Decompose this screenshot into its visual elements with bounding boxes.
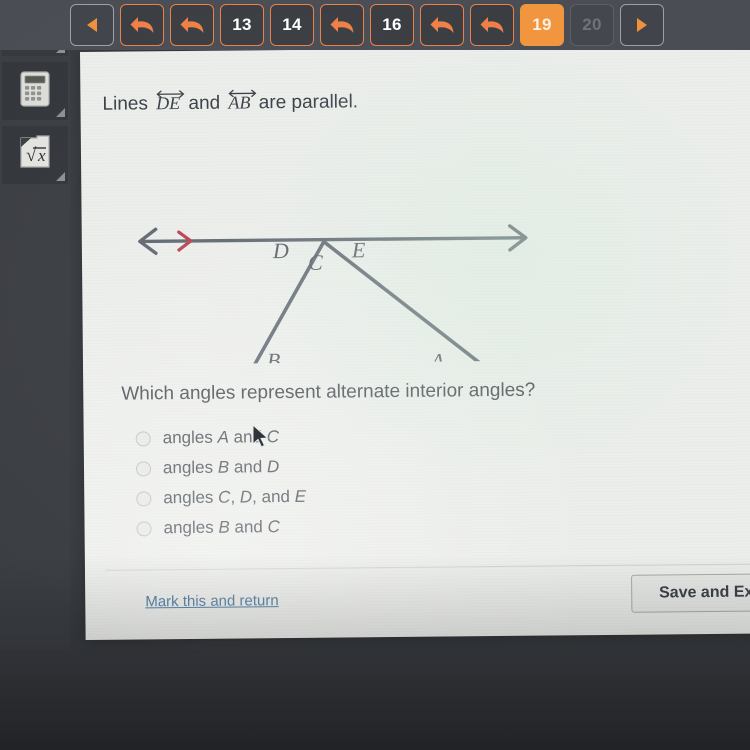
choice-c[interactable]: angles C, D, and E [136,482,306,514]
tool-rail: √ x [0,0,70,650]
page-19[interactable]: 19 [520,4,564,46]
resize-corner-icon [56,108,65,117]
choice-d[interactable]: angles B and C [136,512,306,544]
choice-b[interactable]: angles B and D [135,452,306,484]
stem-prefix: Lines [102,93,149,115]
flag-15[interactable] [320,4,364,46]
save-and-exit-button[interactable]: Save and Ex [631,573,750,613]
page-13[interactable]: 13 [220,4,264,46]
angle-label-C: C [308,250,323,275]
chevron-left-icon [87,18,97,32]
question-stem: Lines DE and AB are parallel. [102,89,359,115]
flag-12[interactable] [170,4,214,46]
choice-c-radio[interactable] [136,490,152,506]
question-card: Lines DE and AB are parallel. D C E B A … [80,45,750,640]
angle-label-E: E [351,237,366,262]
choice-a-radio[interactable] [135,430,151,446]
mark-this-and-return-link[interactable]: Mark this and return [145,592,279,610]
choice-d-radio[interactable] [136,520,152,536]
stem-suffix: are parallel. [258,91,359,114]
choice-d-label: angles B and C [163,517,280,538]
ray-DE: DE [154,90,185,114]
formula-tool[interactable]: √ x [2,126,68,184]
chevron-right-icon [637,18,647,32]
answer-choices: angles A and C angles B and D angles C, D,… [135,422,307,544]
choice-a[interactable]: angles A and C [135,422,306,454]
prev-page-arrow[interactable] [70,4,114,46]
calculator-icon [16,69,54,114]
mouse-cursor [252,423,270,454]
page-20[interactable]: 20 [570,4,614,46]
angle-label-A: A [429,349,445,365]
geometry-diagram: DC E B A [111,155,583,404]
ray-AB: AB [226,89,257,113]
ray-DE-overline [153,82,185,99]
page-20-label: 20 [582,15,602,34]
flag-11[interactable] [120,4,164,46]
footer-divider [104,563,750,571]
undo-arrow-icon [130,17,154,33]
calculator-tool[interactable] [2,62,68,120]
flag-18[interactable] [470,4,514,46]
undo-arrow-icon [180,17,204,33]
svg-text:x: x [37,146,46,165]
page-14[interactable]: 14 [270,4,314,46]
undo-arrow-icon [430,17,454,33]
stem-middle: and [188,92,221,114]
flag-17[interactable] [420,4,464,46]
ray-AB-overline [225,81,257,98]
undo-arrow-icon [330,17,354,33]
question-navigator-toolbar: 13 14 16 19 20 [0,0,750,50]
question-navigator-buttons: 13 14 16 19 20 [70,1,664,49]
page-19-label: 19 [532,15,552,34]
choice-c-label: angles C, D, and E [163,486,307,508]
choice-b-radio[interactable] [135,460,152,476]
question-prompt: Which angles represent alternate interio… [121,379,536,405]
page-16-label: 16 [382,15,402,34]
choice-b-label: angles B and D [162,457,280,478]
page-13-label: 13 [232,15,252,34]
square-root-icon: √ x [15,133,55,178]
angle-label-B: B [267,348,281,365]
page-14-label: 14 [282,15,302,34]
page-16[interactable]: 16 [370,4,414,46]
undo-arrow-icon [480,17,504,33]
angle-label-D: D [272,238,289,263]
screen-photo: 13 14 16 19 20 √ x Lines DE and AB are p… [0,0,750,750]
next-page-arrow[interactable] [620,4,664,46]
resize-corner-icon [56,172,65,181]
